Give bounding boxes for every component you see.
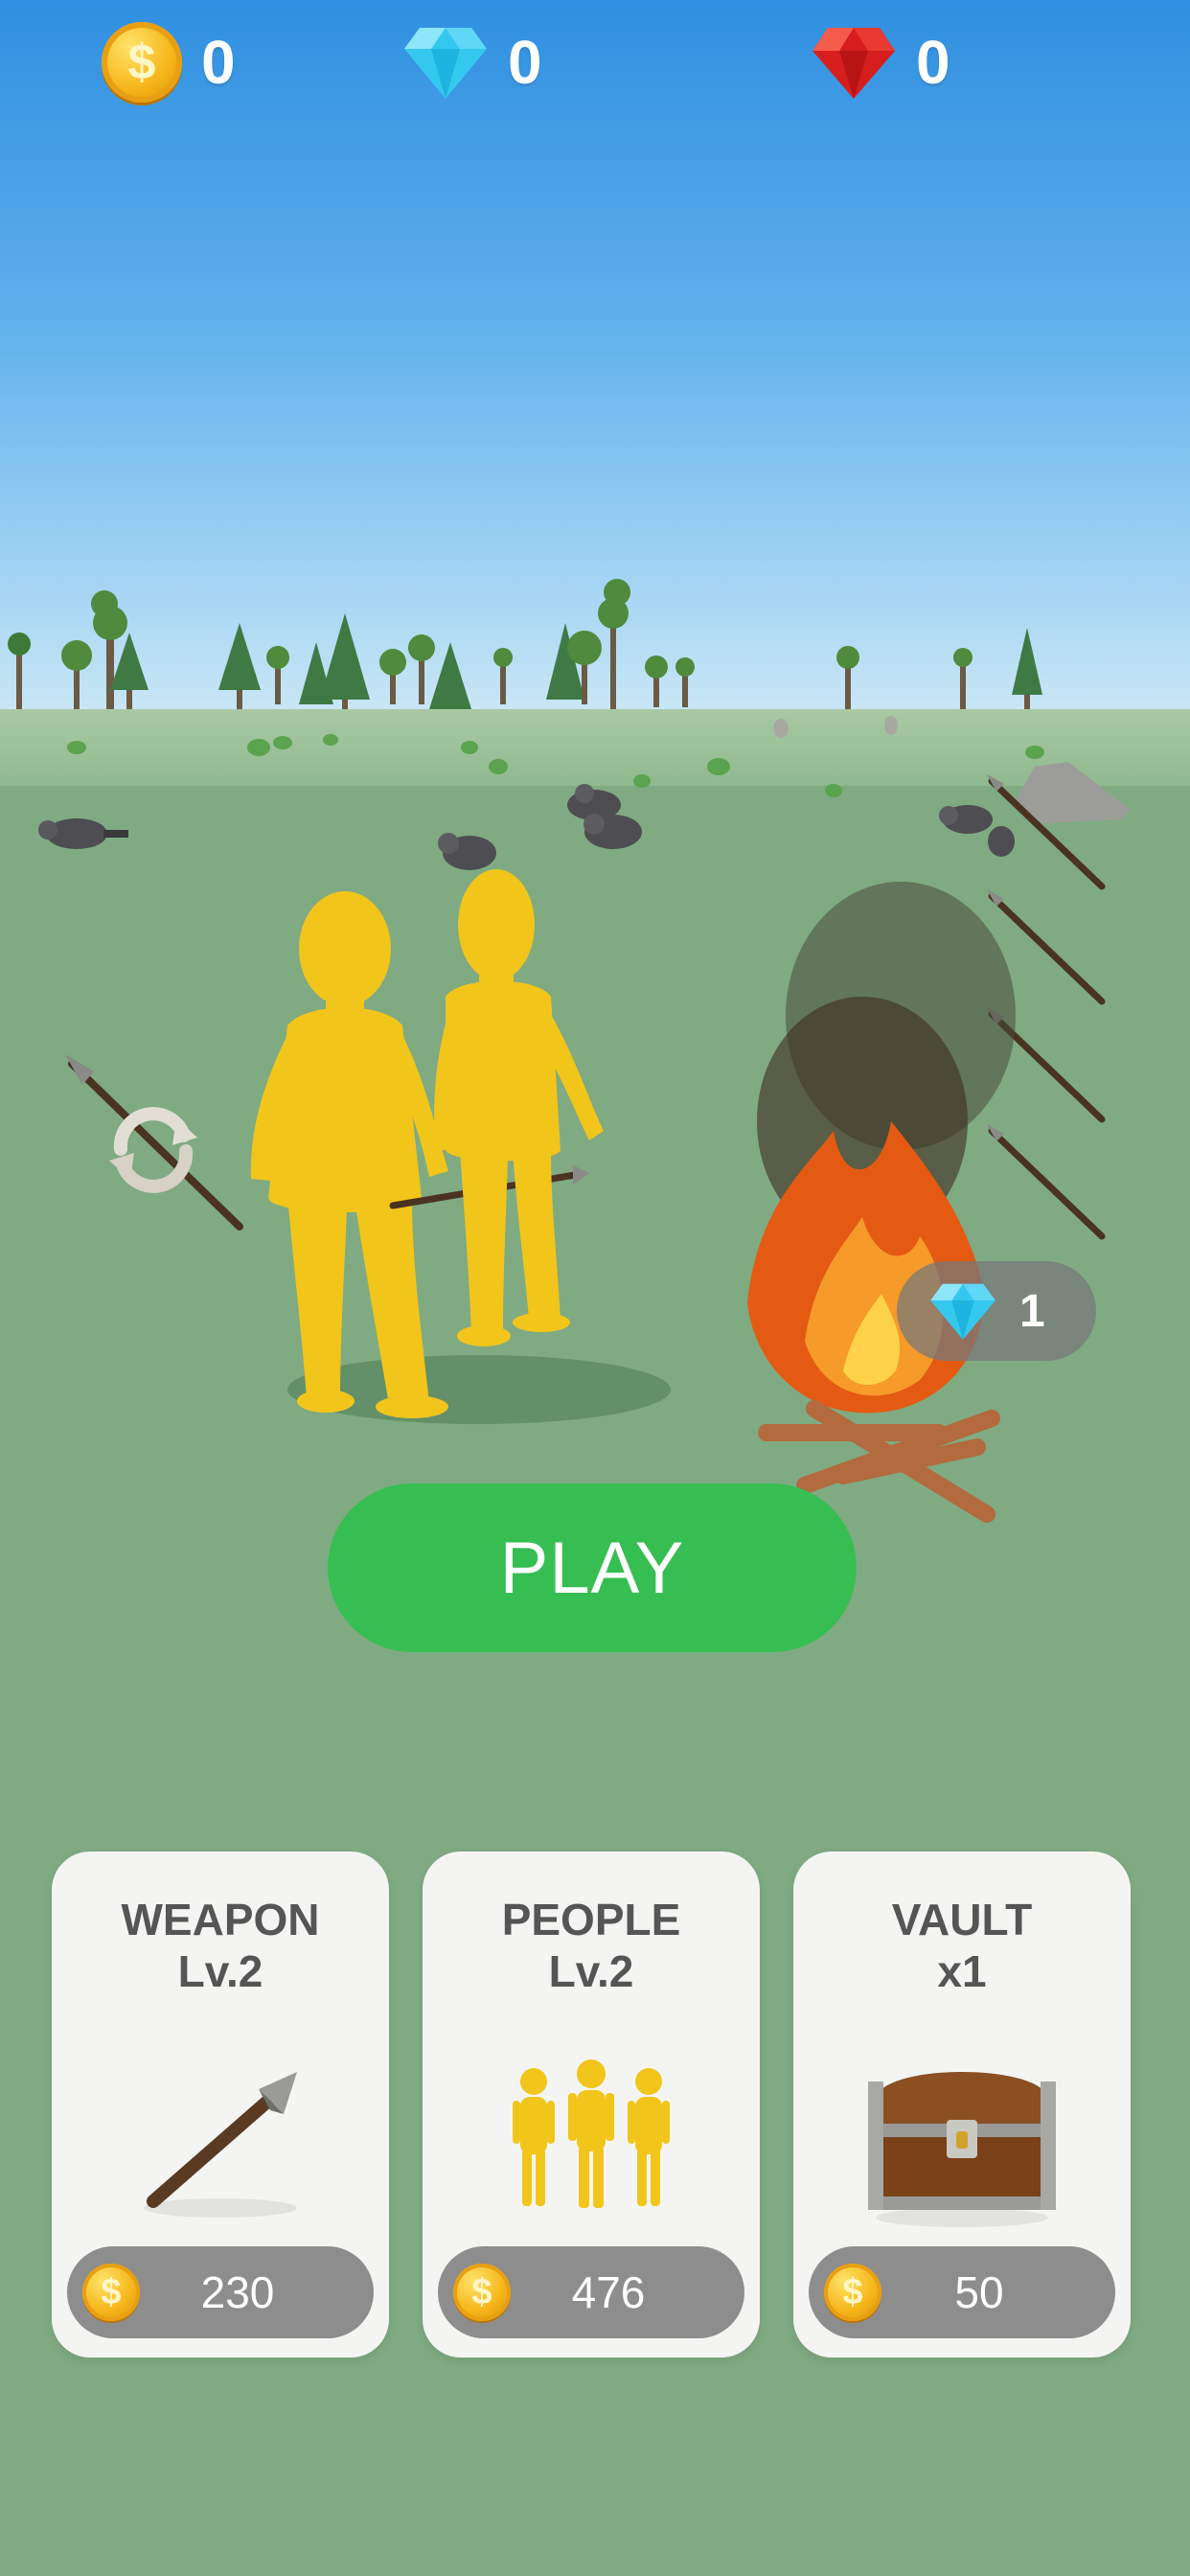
card-title-name: PEOPLE [501, 1895, 681, 1944]
weapon-price: 230 [200, 2267, 275, 2317]
bushes [67, 734, 1044, 797]
card-title-level: Lv.2 [177, 1946, 263, 1996]
card-title-level: x1 [937, 1946, 987, 1996]
gem-reward-count: 1 [1019, 1285, 1045, 1337]
card-title: VAULT x1 [793, 1894, 1131, 1997]
people-icon [513, 2059, 670, 2208]
weapon-upgrade-card[interactable]: WEAPON Lv.2 $ 230 [52, 1852, 389, 2358]
card-title-name: VAULT [891, 1895, 1033, 1944]
player-figure-back [434, 869, 604, 1346]
ruby-counter: 0 [811, 21, 950, 104]
people-price-button[interactable]: $ 476 [438, 2246, 744, 2338]
coin-icon: $ [824, 2264, 881, 2321]
card-title: WEAPON Lv.2 [52, 1894, 389, 1997]
ruby-icon [812, 28, 895, 99]
card-title: PEOPLE Lv.2 [423, 1894, 760, 1997]
raccoons [38, 784, 1015, 870]
card-title-name: WEAPON [121, 1895, 320, 1944]
people-price: 476 [571, 2267, 646, 2317]
coin-icon: $ [82, 2264, 140, 2321]
tree-line [8, 579, 1042, 709]
coin-count: 0 [201, 28, 236, 97]
spear-icon [144, 2072, 297, 2218]
figures-shadow [287, 1355, 671, 1424]
player-figure-front [250, 891, 448, 1418]
coin-icon: $ [453, 2264, 511, 2321]
ruby-count: 0 [916, 28, 950, 97]
diamond-counter: 0 [402, 21, 542, 104]
diamond-count: 0 [508, 28, 542, 97]
weapon-price-button[interactable]: $ 230 [67, 2246, 374, 2338]
campfire [747, 882, 1016, 1523]
rotate-icon[interactable] [102, 1097, 205, 1201]
card-title-level: Lv.2 [548, 1946, 634, 1996]
vault-upgrade-card[interactable]: VAULT x1 $ 50 [793, 1852, 1131, 2358]
gem-reward-pill[interactable]: 1 [897, 1261, 1096, 1361]
coin-icon: $ [102, 22, 182, 103]
game-scene [8, 579, 1131, 1523]
play-button[interactable]: PLAY [328, 1484, 857, 1652]
coin-counter: $ 0 [102, 21, 236, 104]
vault-price-button[interactable]: $ 50 [809, 2246, 1115, 2338]
diamond-icon [930, 1283, 995, 1340]
people-upgrade-card[interactable]: PEOPLE Lv.2 $ 476 [423, 1852, 760, 2358]
chest-icon [868, 2072, 1056, 2227]
diamond-icon [404, 28, 487, 99]
vault-price: 50 [954, 2267, 1004, 2317]
